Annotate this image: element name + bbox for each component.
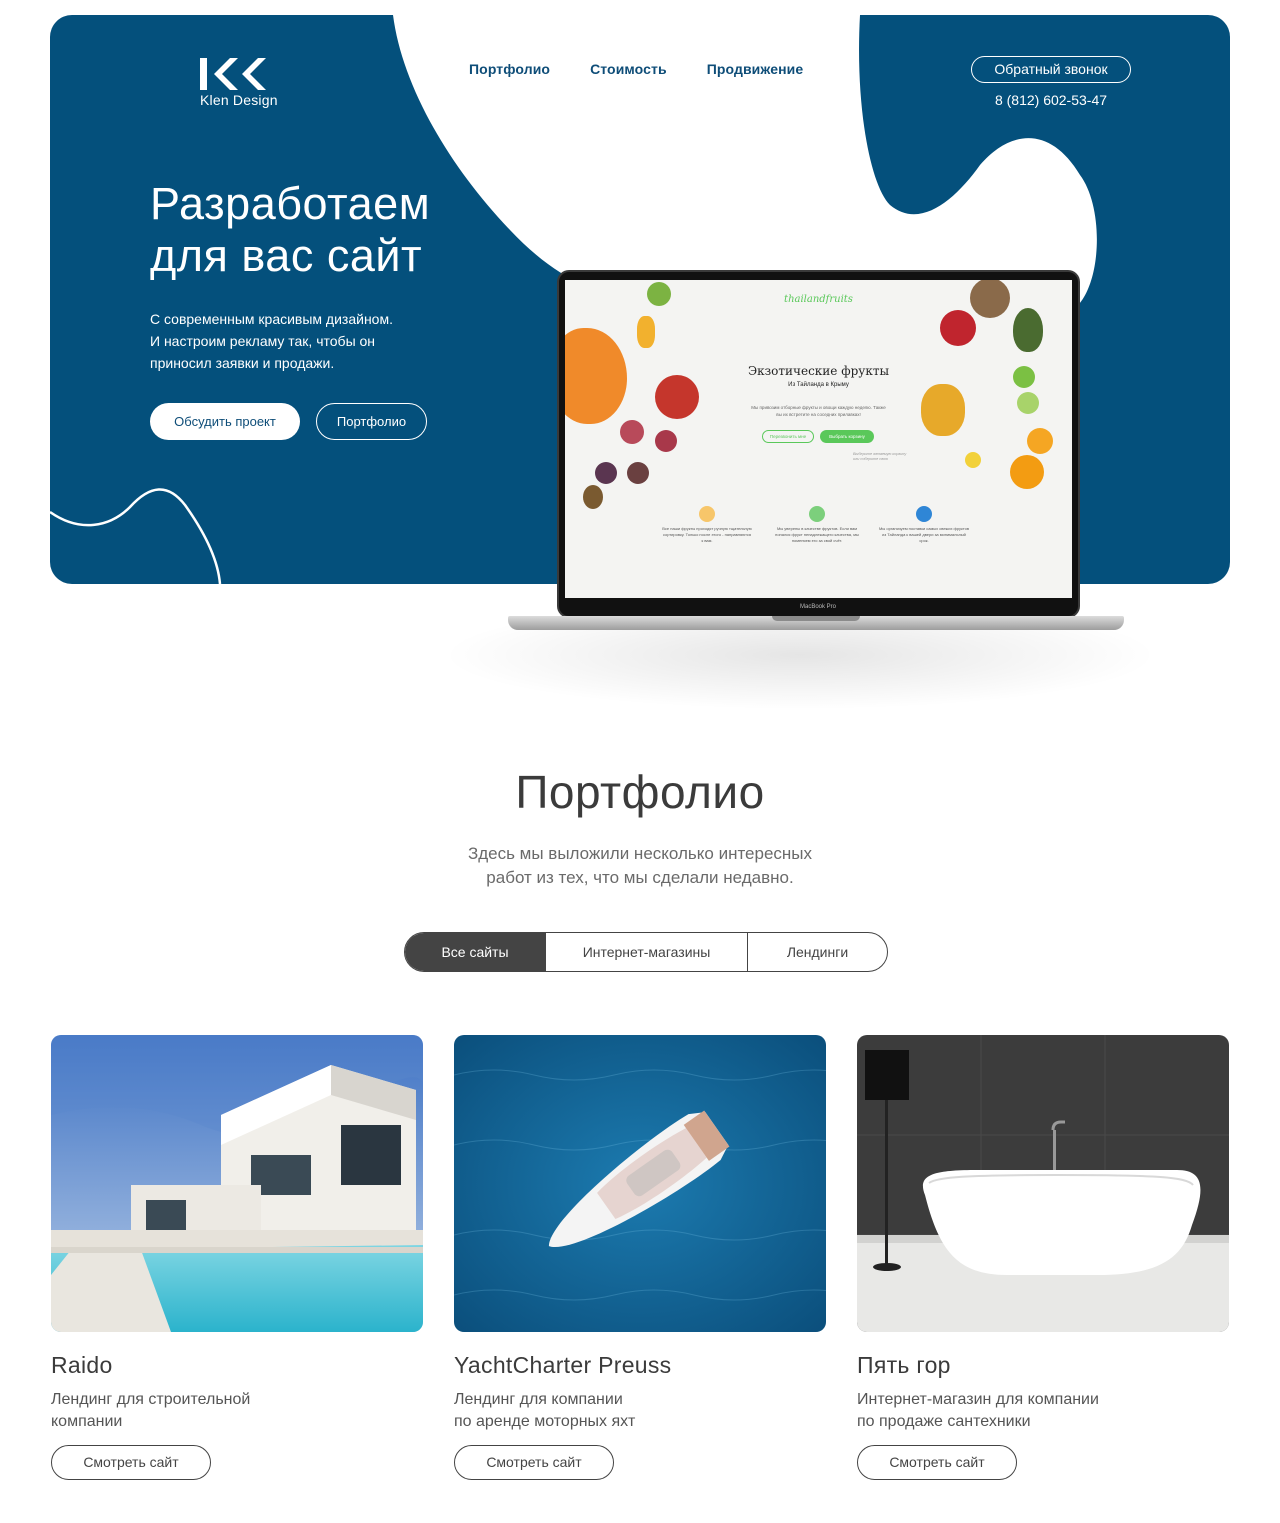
hero-subtitle-line-2: И настроим рекламу так, чтобы он — [150, 333, 376, 349]
nav-item-promotion[interactable]: Продвижение — [707, 61, 804, 77]
screen-feature-2: Мы уверены в качестве фруктов. Если вам … — [772, 506, 862, 544]
lime-2-image — [1017, 392, 1039, 414]
hero-title: Разработаем для вас сайт — [150, 178, 430, 282]
card-description-line-2: по продаже сантехники — [857, 1413, 1031, 1430]
portfolio-title: Портфолио — [515, 766, 765, 818]
main-nav: Портфолио Стоимость Продвижение — [469, 61, 803, 77]
discuss-project-button[interactable]: Обсудить проект — [150, 403, 300, 440]
screen-description: Мы привозим отборные фрукты и овощи кажд… — [751, 405, 886, 417]
villa-illustration — [51, 1035, 423, 1332]
passionfruit-image — [627, 462, 649, 484]
avocado-image — [1013, 308, 1043, 352]
pomegranate-image — [940, 310, 976, 346]
screen-callback-button: Перезвонить мне — [762, 430, 814, 443]
screen-feature-1: Все наши фрукты проходят ручную тщательн… — [662, 506, 752, 544]
screen-subtitle: Из Тайланда в Крыму — [788, 382, 849, 388]
view-site-button[interactable]: Смотреть сайт — [857, 1445, 1017, 1480]
screen-feature-text: Мы уверены в качестве фруктов. Если вам … — [775, 526, 859, 543]
card-description-line-2: компании — [51, 1413, 123, 1430]
slice-image — [637, 316, 655, 348]
leaf-icon — [809, 506, 825, 522]
logo-text: Klen Design — [200, 92, 278, 108]
card-description: Интернет-магазин для компании по продаже… — [857, 1389, 1137, 1433]
view-site-button[interactable]: Смотреть сайт — [51, 1445, 211, 1480]
phone-number[interactable]: 8 (812) 602-53-47 — [971, 92, 1131, 108]
pineapple-image — [921, 384, 965, 436]
plane-icon — [916, 506, 932, 522]
portfolio-filter-tabs: Все сайты Интернет-магазины Лендинги — [404, 932, 888, 972]
fruit-small-image — [583, 485, 603, 509]
yacht-illustration — [454, 1035, 826, 1332]
card-description: Лендинг для компании по аренде моторных … — [454, 1389, 734, 1433]
card-description-line-2: по аренде моторных яхт — [454, 1413, 636, 1430]
starfruit-image — [965, 452, 981, 468]
screen-basket-button: Выбрать корзину — [820, 430, 874, 443]
screen-feature-text: Мы организуем поставки самых свежих фрук… — [879, 526, 969, 543]
hero-title-line-2: для вас сайт — [150, 230, 423, 281]
card-description-line-1: Лендинг для строительной — [51, 1391, 251, 1408]
card-description-line-1: Лендинг для компании — [454, 1391, 623, 1408]
bathtub-illustration — [857, 1035, 1229, 1332]
hero-portfolio-button[interactable]: Портфолио — [316, 403, 427, 440]
portfolio-card-yachtcharter: YachtCharter Preuss Лендинг для компании… — [454, 1035, 826, 1480]
fig-image — [620, 420, 644, 444]
bathtub-image[interactable] — [857, 1035, 1229, 1332]
portfolio-subtitle-line-2: работ из тех, что мы сделали недавно. — [486, 868, 794, 887]
card-description-line-1: Интернет-магазин для компании — [857, 1391, 1099, 1408]
card-description: Лендинг для строительной компании — [51, 1389, 331, 1433]
logo-mark-icon — [200, 58, 266, 90]
orange-image — [1010, 455, 1044, 489]
laptop-screen: thailandfruits Экзотические фрукты Из Та… — [565, 280, 1072, 598]
plum-image — [595, 462, 617, 484]
view-site-button[interactable]: Смотреть сайт — [454, 1445, 614, 1480]
hero-title-line-1: Разработаем — [150, 178, 431, 229]
card-title: Пять гор — [857, 1352, 951, 1378]
screen-feature-text: Все наши фрукты проходят ручную тщательн… — [662, 526, 752, 543]
filter-landings[interactable]: Лендинги — [748, 933, 887, 971]
card-title: Raido — [51, 1352, 113, 1378]
villa-pool-image[interactable] — [51, 1035, 423, 1332]
hero-subtitle-line-3: приносил заявки и продажи. — [150, 355, 335, 371]
laptop-model-label: MacBook Pro — [799, 604, 836, 610]
portfolio-subtitle-line-1: Здесь мы выложили несколько интересных — [467, 844, 813, 863]
nav-item-pricing[interactable]: Стоимость — [590, 61, 667, 77]
orange-2-image — [1027, 428, 1053, 454]
laptop-notch — [772, 616, 860, 621]
screen-feature-3: Мы организуем поставки самых свежих фрук… — [879, 506, 969, 544]
screen-title: Экзотические фрукты — [747, 364, 890, 378]
filter-online-stores[interactable]: Интернет-магазины — [545, 933, 748, 971]
callback-button[interactable]: Обратный звонок — [971, 56, 1131, 83]
fig-2-image — [655, 430, 677, 452]
yacht-image[interactable] — [454, 1035, 826, 1332]
screen-note: Выберите желаемую корзину или соберите с… — [853, 452, 907, 461]
portfolio-card-raido: Raido Лендинг для строительной компании … — [51, 1035, 423, 1480]
nav-item-portfolio[interactable]: Портфолио — [469, 61, 550, 77]
hero-subtitle-line-1: С современным красивым дизайном. — [150, 311, 393, 327]
portfolio-subtitle: Здесь мы выложили несколько интересных р… — [0, 842, 1280, 890]
filter-all-sites[interactable]: Все сайты — [405, 933, 545, 971]
portfolio-card-pyat-gor: Пять гор Интернет-магазин для компании п… — [857, 1035, 1229, 1480]
hand-heart-icon — [699, 506, 715, 522]
card-title: YachtCharter Preuss — [454, 1352, 672, 1378]
logo[interactable]: Klen Design — [200, 58, 278, 108]
screen-brand: thailandfruits — [784, 294, 853, 305]
hero-subtitle: С современным красивым дизайном. И настр… — [150, 308, 450, 374]
